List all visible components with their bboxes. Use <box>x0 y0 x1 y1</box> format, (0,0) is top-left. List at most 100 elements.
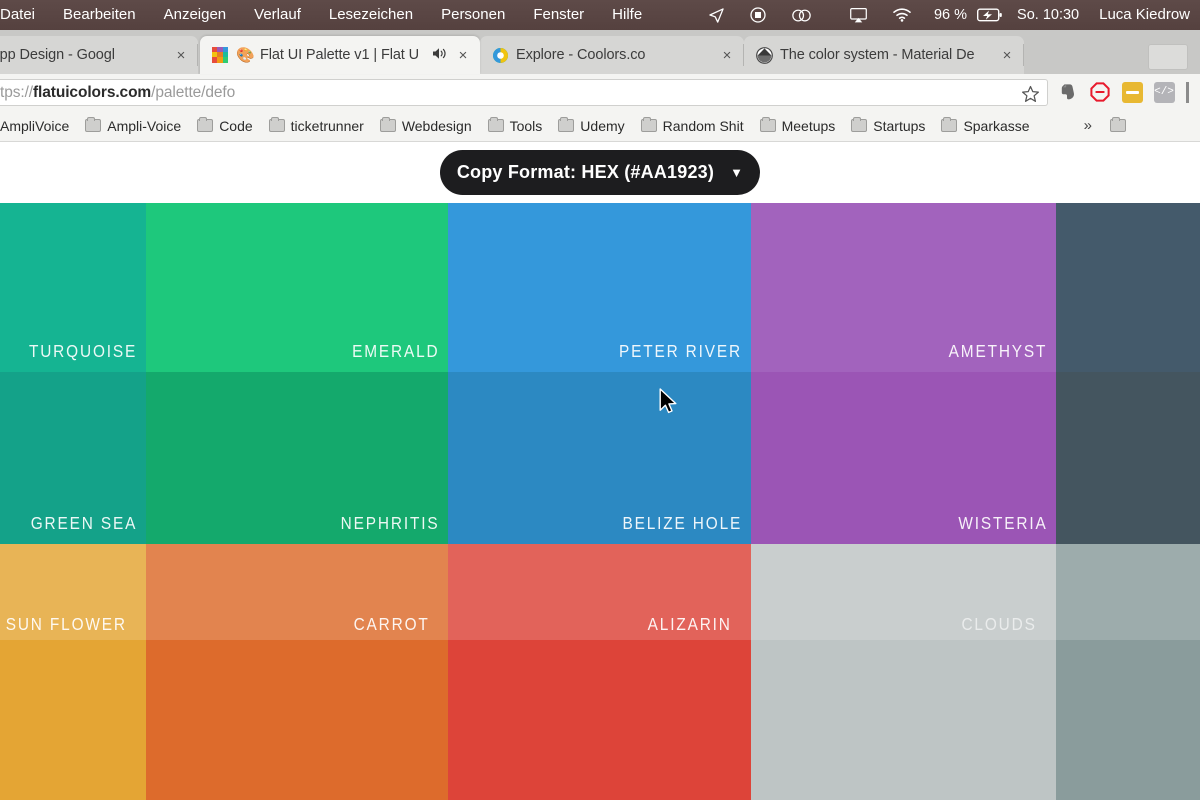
chevron-down-icon: ▼ <box>730 165 744 180</box>
menu-bar-status-area: 96 % So. 10:30 Luca Kiedrow <box>696 0 1200 30</box>
color-tile-green-sea[interactable]: GREEN SEA <box>0 372 146 544</box>
color-tile-sun-flower[interactable]: SUN FLOWER <box>0 544 146 800</box>
address-bar[interactable]: tps://flatuicolors.com/palette/defo <box>0 79 1048 106</box>
url-path: /palette/defo <box>151 83 236 101</box>
bookmark-label: Webdesign <box>401 117 472 134</box>
folder-icon <box>640 117 657 132</box>
tab-title: Flat UI Palette v1 | Flat U <box>260 47 420 63</box>
color-tile-wet-asphalt[interactable] <box>1056 203 1200 372</box>
menu-item-hilfe[interactable]: Hilfe <box>598 0 656 30</box>
menu-item-lesezeichen[interactable]: Lesezeichen <box>315 0 427 30</box>
material-design-icon <box>756 46 773 64</box>
flat-ui-colors-page: Copy Format: HEX (#AA1923) ▼ TURQUOISE E… <box>0 142 1200 800</box>
menu-item-personen[interactable]: Personen <box>427 0 519 30</box>
browser-tab-1[interactable]: en im App Design - Googl × <box>0 36 198 74</box>
color-tile-emerald[interactable]: EMERALD <box>146 203 448 372</box>
browser-tab-3[interactable]: Explore - Coolors.co × <box>480 36 744 74</box>
bookmark-label: Udemy <box>580 117 625 134</box>
mouse-pointer-icon <box>659 388 679 421</box>
browser-tab-strip: en im App Design - Googl × 🎨 Flat UI Pal… <box>0 30 1200 74</box>
color-tile-peter-river[interactable]: COPY PETER RIVER <box>448 203 751 372</box>
speaker-icon[interactable] <box>432 47 448 63</box>
color-name-label <box>1191 534 1200 544</box>
color-tile-amethyst[interactable]: AMETHYST <box>751 203 1056 372</box>
menu-bar-items: Datei Bearbeiten Anzeigen Verlauf Leseze… <box>0 0 656 30</box>
bookmark-label: Tools <box>509 117 543 134</box>
bookmark-webdesign[interactable]: Webdesign <box>372 114 480 138</box>
bookmark-ampli-voice[interactable]: Ampli-Voice <box>77 114 189 138</box>
location-arrow-icon[interactable] <box>696 0 737 30</box>
color-tile-turquoise[interactable]: TURQUOISE <box>0 203 146 372</box>
close-icon[interactable]: × <box>454 46 472 64</box>
color-tile-concrete[interactable] <box>1056 544 1200 800</box>
yellow-extension-icon[interactable] <box>1116 74 1148 110</box>
bookmark-sparkasse[interactable]: Sparkasse <box>933 114 1037 138</box>
menu-bar-clock[interactable]: So. 10:30 <box>1007 0 1089 30</box>
star-icon[interactable] <box>1019 83 1041 105</box>
folder-icon <box>851 117 868 132</box>
url-domain: flatuicolors.com <box>33 83 152 101</box>
bookmark-label: ticketrunner <box>290 117 364 134</box>
color-name-label: NEPHRITIS <box>340 513 440 533</box>
url-text: tps://flatuicolors.com/palette/defo <box>0 84 235 102</box>
menu-item-fenster[interactable]: Fenster <box>519 0 598 30</box>
code-extension-icon[interactable]: </> <box>1148 74 1180 110</box>
bookmark-ticketrunner[interactable]: ticketrunner <box>261 114 372 138</box>
flat-ui-colors-grid-icon <box>212 46 229 64</box>
folder-icon <box>558 117 575 132</box>
screen: Datei Bearbeiten Anzeigen Verlauf Leseze… <box>0 0 1200 800</box>
menu-item-anzeigen[interactable]: Anzeigen <box>150 0 241 30</box>
color-palette-grid: TURQUOISE EMERALD COPY PETER RIVER AMETH… <box>0 203 1200 800</box>
close-icon[interactable]: × <box>172 46 190 64</box>
copy-format-dropdown[interactable]: Copy Format: HEX (#AA1923) ▼ <box>440 150 760 195</box>
menu-icon[interactable] <box>1180 74 1194 110</box>
color-tile-nephritis[interactable]: NEPHRITIS <box>146 372 448 544</box>
color-tile-clouds[interactable]: CLOUDS <box>751 544 1056 800</box>
record-stop-icon[interactable] <box>737 0 779 30</box>
bookmark-random-shit[interactable]: Random Shit <box>633 114 752 138</box>
tab-title: Explore - Coolors.co <box>516 47 646 63</box>
adobe-creative-cloud-icon[interactable] <box>779 0 824 30</box>
menu-item-verlauf[interactable]: Verlauf <box>240 0 315 30</box>
bookmarks-overflow-button[interactable]: » <box>1074 117 1102 134</box>
bookmark-tools[interactable]: Tools <box>480 114 551 138</box>
color-tile-belize-hole[interactable]: BELIZE HOLE <box>448 372 751 544</box>
close-icon[interactable]: × <box>718 46 736 64</box>
color-name-label: PETER RIVER <box>619 341 743 361</box>
adblock-icon[interactable] <box>1084 74 1116 110</box>
bookmark-overflow-folder[interactable] <box>1102 114 1134 138</box>
color-tile-midnight-blue[interactable] <box>1056 372 1200 544</box>
color-tile-carrot[interactable]: CARROT <box>146 544 448 800</box>
browser-tab-4[interactable]: The color system - Material De × <box>744 36 1024 74</box>
bookmark-amplivoice[interactable]: AmpliVoice <box>0 114 77 138</box>
new-tab-button[interactable] <box>1148 44 1188 70</box>
bookmark-code[interactable]: Code <box>189 114 260 138</box>
wifi-icon[interactable] <box>880 0 924 30</box>
color-name-label: CLOUDS <box>961 614 1038 634</box>
url-prefix: tps:// <box>0 83 33 101</box>
menu-item-bearbeiten[interactable]: Bearbeiten <box>49 0 150 30</box>
menu-item-datei[interactable]: Datei <box>0 0 49 30</box>
folder-icon <box>487 117 504 132</box>
color-name-label <box>1191 362 1200 372</box>
bookmark-label: Startups <box>873 117 926 134</box>
coolors-c-icon <box>492 47 509 64</box>
color-name-label: EMERALD <box>351 341 440 361</box>
airplay-icon[interactable] <box>824 0 880 30</box>
color-name-label: ALIZARIN <box>648 614 733 634</box>
bookmark-meetups[interactable]: Meetups <box>752 114 844 138</box>
evernote-icon[interactable] <box>1052 74 1084 110</box>
bookmark-label: Random Shit <box>662 117 744 134</box>
color-name-label: CARROT <box>353 614 430 634</box>
close-icon[interactable]: × <box>998 46 1016 64</box>
browser-toolbar: tps://flatuicolors.com/palette/defo </> <box>0 74 1200 110</box>
bookmark-label: Sparkasse <box>963 117 1030 134</box>
folder-icon <box>1109 117 1126 132</box>
bookmark-udemy[interactable]: Udemy <box>550 114 632 138</box>
battery-charging-icon[interactable] <box>977 0 1007 30</box>
menu-bar-username[interactable]: Luca Kiedrow <box>1089 0 1196 30</box>
browser-tab-2-active[interactable]: 🎨 Flat UI Palette v1 | Flat U × <box>200 36 480 74</box>
color-tile-alizarin[interactable]: ALIZARIN <box>448 544 751 800</box>
bookmark-startups[interactable]: Startups <box>843 114 933 138</box>
color-tile-wisteria[interactable]: WISTERIA <box>751 372 1056 544</box>
